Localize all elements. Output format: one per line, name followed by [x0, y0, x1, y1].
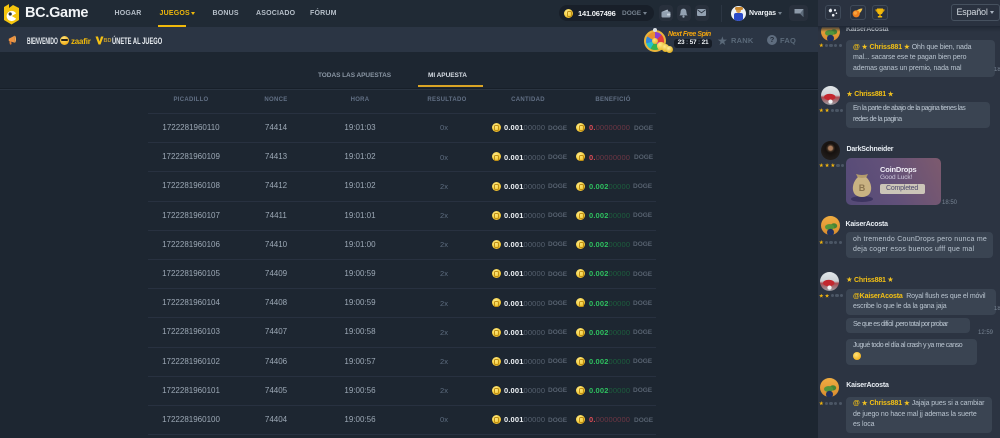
svg-text:B: B: [859, 183, 866, 193]
